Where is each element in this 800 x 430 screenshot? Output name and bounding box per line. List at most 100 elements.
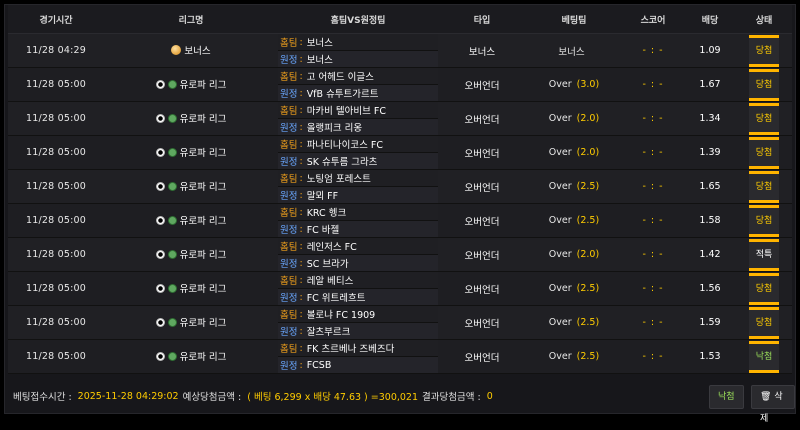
- teams-cell: 홈팀: 고 어헤드 이글스 원정: VfB 슈투트가르트: [278, 67, 438, 102]
- teams-cell: 홈팀: 레알 베티스 원정: FC 위트레흐트: [278, 271, 438, 306]
- league-cell: 유로파 리그: [104, 203, 278, 238]
- result-label: 결과당첨금액 :: [422, 392, 481, 403]
- globe-icon: [167, 113, 177, 123]
- betting-team-cell: Over (3.0): [526, 67, 622, 102]
- home-team: 레알 베티스: [306, 276, 354, 287]
- bet-pick: Over: [548, 249, 572, 260]
- col-betting-team: 베팅팀: [526, 5, 622, 34]
- score-cell: - : -: [622, 271, 684, 306]
- home-team-row: 홈팀: 파나티나이코스 FC: [278, 136, 438, 153]
- score-cell: - : -: [622, 237, 684, 272]
- table-row: 11/28 05:00 유로파 리그 홈팀: 노팅엄 포레스트 원정: 말뫼 FF 오버언더…: [8, 169, 792, 204]
- away-team-row: 원정: SK 슈투름 그라츠: [278, 153, 438, 169]
- away-tag: 원정: [280, 293, 298, 304]
- bet-pick: Over: [548, 79, 572, 90]
- table-row: 11/28 05:00 유로파 리그 홈팀: FK 츠르베나 즈베즈다 원정: FCSB 오…: [8, 339, 792, 374]
- match-time: 11/28 05:00: [8, 237, 104, 272]
- bet-line: (3.0): [576, 79, 600, 90]
- bet-type: 보너스: [438, 33, 526, 68]
- teams-cell: 홈팀: 마카비 텔아비브 FC 원정: 올랭피크 리옹: [278, 101, 438, 136]
- bet-line: (2.0): [576, 249, 600, 260]
- status-badge: 당첨: [749, 68, 779, 101]
- soccer-ball-icon: [155, 283, 165, 293]
- away-team-row: 원정: FCSB: [278, 357, 438, 373]
- home-tag: 홈팀: [280, 106, 298, 117]
- trash-icon: 🗑: [760, 392, 772, 402]
- bet-pick: Over: [548, 215, 572, 226]
- globe-icon: [167, 147, 177, 157]
- result-amount: 0: [486, 390, 493, 402]
- score-cell: - : -: [622, 67, 684, 102]
- score: - : -: [642, 147, 664, 158]
- away-tag: 원정: [280, 157, 298, 168]
- status-cell: 당첨: [736, 135, 792, 170]
- table-row: 11/28 05:00 유로파 리그 홈팀: KRC 헹크 원정: FC 바젤 오버언더 Ov…: [8, 203, 792, 238]
- betting-team-cell: Over (2.0): [526, 135, 622, 170]
- home-team-row: 홈팀: 노팅엄 포레스트: [278, 170, 438, 187]
- bet-type: 오버언더: [438, 203, 526, 238]
- odds: 1.39: [684, 135, 736, 170]
- home-tag: 홈팀: [280, 38, 298, 49]
- bet-type: 오버언더: [438, 305, 526, 340]
- status-badge: 당첨: [749, 306, 779, 339]
- teams-cell: 홈팀: 노팅엄 포레스트 원정: 말뫼 FF: [278, 169, 438, 204]
- league-name: 유로파 리그: [179, 284, 227, 296]
- home-team: 노팅엄 포레스트: [306, 174, 371, 185]
- globe-icon: [167, 79, 177, 89]
- bet-pick: 보너스: [558, 46, 585, 58]
- match-time: 11/28 05:00: [8, 135, 104, 170]
- expected-label: 예상당첨금액 :: [182, 392, 242, 403]
- home-tag: 홈팀: [280, 208, 298, 219]
- away-tag: 원정: [280, 89, 298, 100]
- score-cell: - : -: [622, 305, 684, 340]
- home-tag: 홈팀: [280, 140, 298, 151]
- pending-button[interactable]: 낙첨: [709, 385, 744, 409]
- status-badge: 낙첨: [749, 340, 779, 373]
- bet-time-label: 베팅접수시간 :: [13, 392, 72, 403]
- status-cell: 당첨: [736, 67, 792, 102]
- bet-line: (2.5): [576, 317, 600, 328]
- table-row: 11/28 05:00 유로파 리그 홈팀: 레인저스 FC 원정: SC 브라가 오버언더…: [8, 237, 792, 272]
- delete-button[interactable]: 🗑 삭제: [751, 385, 795, 424]
- away-team-row: 원정: VfB 슈투트가르트: [278, 85, 438, 101]
- away-tag: 원정: [280, 361, 298, 372]
- soccer-ball-icon: [155, 317, 165, 327]
- odds: 1.58: [684, 203, 736, 238]
- bet-type: 오버언더: [438, 271, 526, 306]
- match-time: 11/28 05:00: [8, 305, 104, 340]
- match-time: 11/28 05:00: [8, 203, 104, 238]
- status-badge: 당첨: [749, 136, 779, 169]
- score: - : -: [642, 351, 664, 362]
- score: - : -: [642, 79, 664, 90]
- home-team: 파나티나이코스 FC: [306, 140, 383, 151]
- home-team-row: 홈팀: 마카비 텔아비브 FC: [278, 102, 438, 119]
- league-name: 유로파 리그: [179, 148, 227, 160]
- away-tag: 원정: [280, 123, 298, 134]
- col-status: 상태: [736, 5, 792, 34]
- league-name: 유로파 리그: [179, 80, 227, 92]
- globe-icon: [167, 215, 177, 225]
- home-team-row: 홈팀: 레알 베티스: [278, 272, 438, 289]
- betting-team-cell: Over (2.5): [526, 305, 622, 340]
- teams-cell: 홈팀: 볼로냐 FC 1909 원정: 잘츠부르크: [278, 305, 438, 340]
- betting-team-cell: Over (2.5): [526, 339, 622, 374]
- status-cell: 당첨: [736, 33, 792, 68]
- score: - : -: [642, 215, 664, 226]
- match-time: 11/28 04:29: [8, 33, 104, 68]
- betting-team-cell: Over (2.0): [526, 101, 622, 136]
- odds: 1.34: [684, 101, 736, 136]
- soccer-ball-icon: [155, 215, 165, 225]
- league-name: 유로파 리그: [179, 318, 227, 330]
- bet-summary: 베팅접수시간 : 2025-11-28 04:29:02 예상당첨금액 : ( …: [5, 379, 795, 424]
- home-team: 레인저스 FC: [306, 242, 357, 253]
- bet-line: (2.5): [576, 181, 600, 192]
- away-tag: 원정: [280, 225, 298, 236]
- bet-type: 오버언더: [438, 169, 526, 204]
- table-header: 경기시간 리그명 홈팀VS원정팀 타입 베팅팀 스코어 배당 상태: [8, 5, 792, 34]
- bet-type: 오버언더: [438, 237, 526, 272]
- away-team-row: 원정: FC 위트레흐트: [278, 289, 438, 305]
- score-cell: - : -: [622, 169, 684, 204]
- odds: 1.53: [684, 339, 736, 374]
- league-cell: 유로파 리그: [104, 305, 278, 340]
- status-badge: 당첨: [749, 204, 779, 237]
